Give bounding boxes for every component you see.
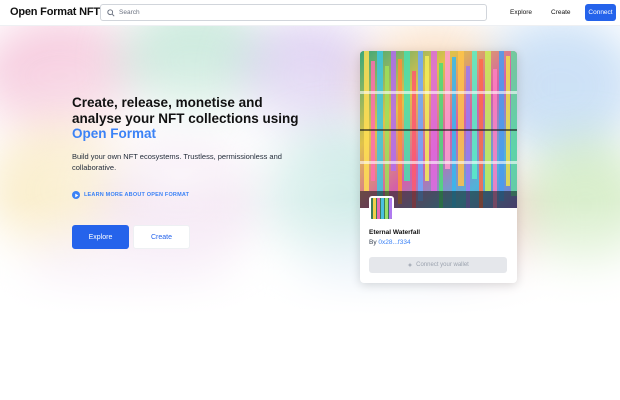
hero-create-button[interactable]: Create	[133, 225, 190, 249]
hero-headline-main: Create, release, monetise and analyse yo…	[72, 95, 299, 126]
nft-creator: By 0x28...f334	[369, 239, 411, 246]
nav-explore-link[interactable]: Explore	[510, 9, 532, 16]
hero-headline-accent: Open Format	[72, 126, 157, 141]
nft-creator-address[interactable]: 0x28...f334	[378, 239, 410, 246]
search-input[interactable]	[119, 9, 479, 16]
brand-logo[interactable]: Open Format NFT	[10, 6, 100, 18]
nft-card[interactable]: Eternal Waterfall By 0x28...f334 Connect…	[360, 51, 517, 283]
play-circle-icon	[72, 191, 80, 199]
nft-avatar	[369, 196, 394, 221]
hero-headline: Create, release, monetise and analyse yo…	[72, 95, 302, 142]
hero-subtitle: Build your own NFT ecosystems. Trustless…	[72, 152, 282, 172]
top-navbar: Open Format NFT Explore Create Connect	[0, 0, 620, 26]
card-connect-wallet-button[interactable]: Connect your wallet	[369, 257, 507, 273]
nft-artwork-image	[360, 51, 517, 208]
learn-more-label: LEARN MORE ABOUT OPEN FORMAT	[84, 192, 190, 198]
nft-artwork[interactable]	[360, 51, 517, 208]
nav-create-link[interactable]: Create	[551, 9, 571, 16]
search-icon	[107, 8, 115, 17]
search-bar[interactable]	[100, 4, 487, 21]
card-connect-label: Connect your wallet	[416, 262, 469, 268]
nft-creator-prefix: By	[369, 239, 379, 246]
wallet-icon	[407, 262, 413, 268]
nft-title: Eternal Waterfall	[369, 229, 421, 236]
learn-more-link[interactable]: LEARN MORE ABOUT OPEN FORMAT	[72, 191, 189, 199]
hero-explore-button[interactable]: Explore	[72, 225, 129, 249]
connect-button[interactable]: Connect	[585, 4, 616, 21]
